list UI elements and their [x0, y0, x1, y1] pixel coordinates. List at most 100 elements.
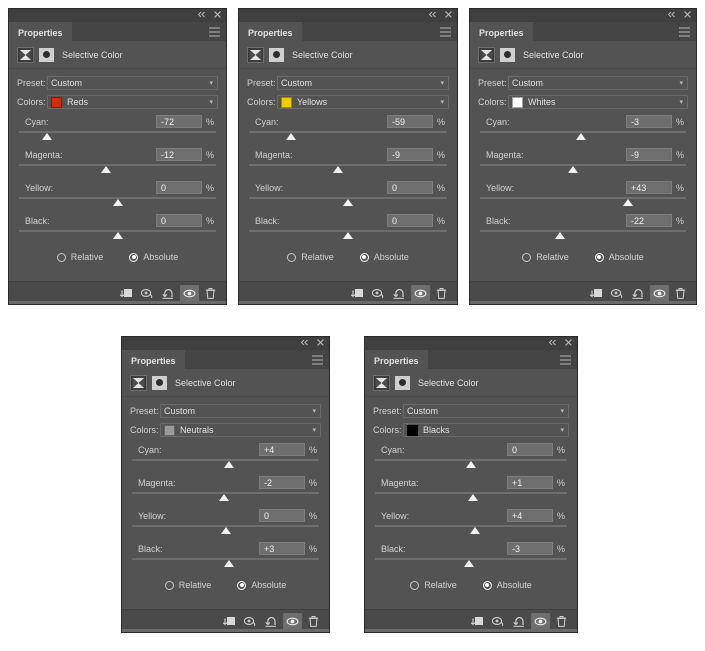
clip-to-layer-icon[interactable]	[587, 285, 606, 302]
slider-value-field[interactable]: +43	[626, 181, 672, 194]
slider-track-area[interactable]	[480, 228, 686, 242]
view-previous-state-icon[interactable]	[369, 285, 388, 302]
slider-track-area[interactable]	[249, 195, 447, 209]
tab-properties[interactable]: Properties	[470, 22, 533, 41]
preset-select[interactable]: Custom ▾	[160, 404, 321, 418]
slider-handle[interactable]	[575, 133, 586, 140]
slider-value-field[interactable]: -22	[626, 214, 672, 227]
slider-handle[interactable]	[100, 166, 111, 173]
panel-resize-handle[interactable]	[365, 629, 577, 632]
slider-handle[interactable]	[567, 166, 578, 173]
layer-mask-thumbnail-icon[interactable]	[500, 47, 515, 62]
slider-value-field[interactable]: 0	[156, 214, 202, 227]
slider-handle[interactable]	[112, 232, 123, 239]
radio-absolute[interactable]: Absolute	[482, 580, 532, 590]
slider-value-field[interactable]: +4	[507, 509, 553, 522]
reset-icon[interactable]	[629, 285, 648, 302]
slider-value-field[interactable]: 0	[259, 509, 305, 522]
delete-icon[interactable]	[304, 613, 323, 630]
slider-handle[interactable]	[555, 232, 566, 239]
slider-value-field[interactable]: -3	[626, 115, 672, 128]
close-icon[interactable]	[683, 10, 692, 19]
radio-relative[interactable]: Relative	[410, 580, 457, 590]
delete-icon[interactable]	[432, 285, 451, 302]
close-icon[interactable]	[213, 10, 222, 19]
panel-resize-handle[interactable]	[9, 301, 226, 304]
clip-to-layer-icon[interactable]	[468, 613, 487, 630]
panel-resize-handle[interactable]	[122, 629, 329, 632]
slider-track-area[interactable]	[375, 556, 567, 570]
slider-value-field[interactable]: -3	[507, 542, 553, 555]
slider-handle[interactable]	[343, 232, 353, 239]
tab-properties[interactable]: Properties	[122, 350, 185, 369]
slider-track-area[interactable]	[480, 162, 686, 176]
preset-select[interactable]: Custom ▾	[403, 404, 569, 418]
reset-icon[interactable]	[159, 285, 178, 302]
clip-to-layer-icon[interactable]	[117, 285, 136, 302]
panel-menu-icon[interactable]	[679, 27, 690, 36]
colors-select[interactable]: Blacks ▾	[403, 423, 569, 437]
reset-icon[interactable]	[510, 613, 529, 630]
toggle-visibility-icon[interactable]	[650, 284, 669, 302]
panel-menu-icon[interactable]	[312, 355, 323, 364]
view-previous-state-icon[interactable]	[241, 613, 260, 630]
slider-value-field[interactable]: 0	[507, 443, 553, 456]
radio-absolute-dot[interactable]	[237, 580, 247, 590]
slider-track-area[interactable]	[249, 129, 447, 143]
slider-handle[interactable]	[224, 560, 235, 567]
slider-value-field[interactable]: +1	[507, 476, 553, 489]
slider-track-area[interactable]	[19, 228, 216, 242]
slider-value-field[interactable]: -72	[156, 115, 202, 128]
collapse-to-icons-icon[interactable]	[300, 338, 309, 347]
close-icon[interactable]	[316, 338, 325, 347]
panel-resize-handle[interactable]	[239, 301, 457, 304]
slider-handle[interactable]	[464, 560, 475, 567]
slider-track-area[interactable]	[249, 228, 447, 242]
panel-menu-icon[interactable]	[209, 27, 220, 36]
toggle-visibility-icon[interactable]	[531, 612, 550, 630]
radio-absolute[interactable]: Absolute	[129, 252, 178, 262]
layer-mask-thumbnail-icon[interactable]	[39, 47, 54, 62]
slider-value-field[interactable]: +4	[259, 443, 305, 456]
slider-handle[interactable]	[333, 166, 344, 173]
slider-track-area[interactable]	[132, 523, 319, 537]
slider-track-area[interactable]	[375, 523, 567, 537]
layer-mask-thumbnail-icon[interactable]	[395, 375, 410, 390]
view-previous-state-icon[interactable]	[138, 285, 157, 302]
slider-track-area[interactable]	[249, 162, 447, 176]
toggle-visibility-icon[interactable]	[283, 612, 302, 630]
tab-properties[interactable]: Properties	[9, 22, 72, 41]
slider-handle[interactable]	[469, 527, 480, 534]
slider-value-field[interactable]: 0	[156, 181, 202, 194]
slider-value-field[interactable]: 0	[387, 181, 433, 194]
collapse-to-icons-icon[interactable]	[197, 10, 206, 19]
slider-track-area[interactable]	[480, 195, 686, 209]
radio-relative[interactable]: Relative	[164, 580, 211, 590]
delete-icon[interactable]	[552, 613, 571, 630]
slider-track-area[interactable]	[19, 162, 216, 176]
radio-absolute-dot[interactable]	[129, 252, 139, 262]
close-icon[interactable]	[564, 338, 573, 347]
clip-to-layer-icon[interactable]	[220, 613, 239, 630]
radio-relative[interactable]: Relative	[56, 252, 103, 262]
slider-handle[interactable]	[224, 461, 235, 468]
colors-select[interactable]: Neutrals ▾	[160, 423, 321, 437]
radio-relative[interactable]: Relative	[522, 252, 569, 262]
radio-absolute[interactable]: Absolute	[359, 252, 409, 262]
slider-value-field[interactable]: -12	[156, 148, 202, 161]
slider-handle[interactable]	[41, 133, 52, 140]
collapse-to-icons-icon[interactable]	[428, 10, 437, 19]
preset-select[interactable]: Custom ▾	[47, 76, 218, 90]
slider-track-area[interactable]	[375, 457, 567, 471]
slider-value-field[interactable]: +3	[259, 542, 305, 555]
radio-absolute-dot[interactable]	[594, 252, 604, 262]
colors-select[interactable]: Yellows ▾	[277, 95, 449, 109]
slider-track-area[interactable]	[19, 195, 216, 209]
layer-mask-thumbnail-icon[interactable]	[269, 47, 284, 62]
slider-value-field[interactable]: 0	[387, 214, 433, 227]
layer-mask-thumbnail-icon[interactable]	[152, 375, 167, 390]
slider-track-area[interactable]	[19, 129, 216, 143]
slider-handle[interactable]	[343, 199, 353, 206]
panel-menu-icon[interactable]	[440, 27, 451, 36]
tab-properties[interactable]: Properties	[239, 22, 302, 41]
